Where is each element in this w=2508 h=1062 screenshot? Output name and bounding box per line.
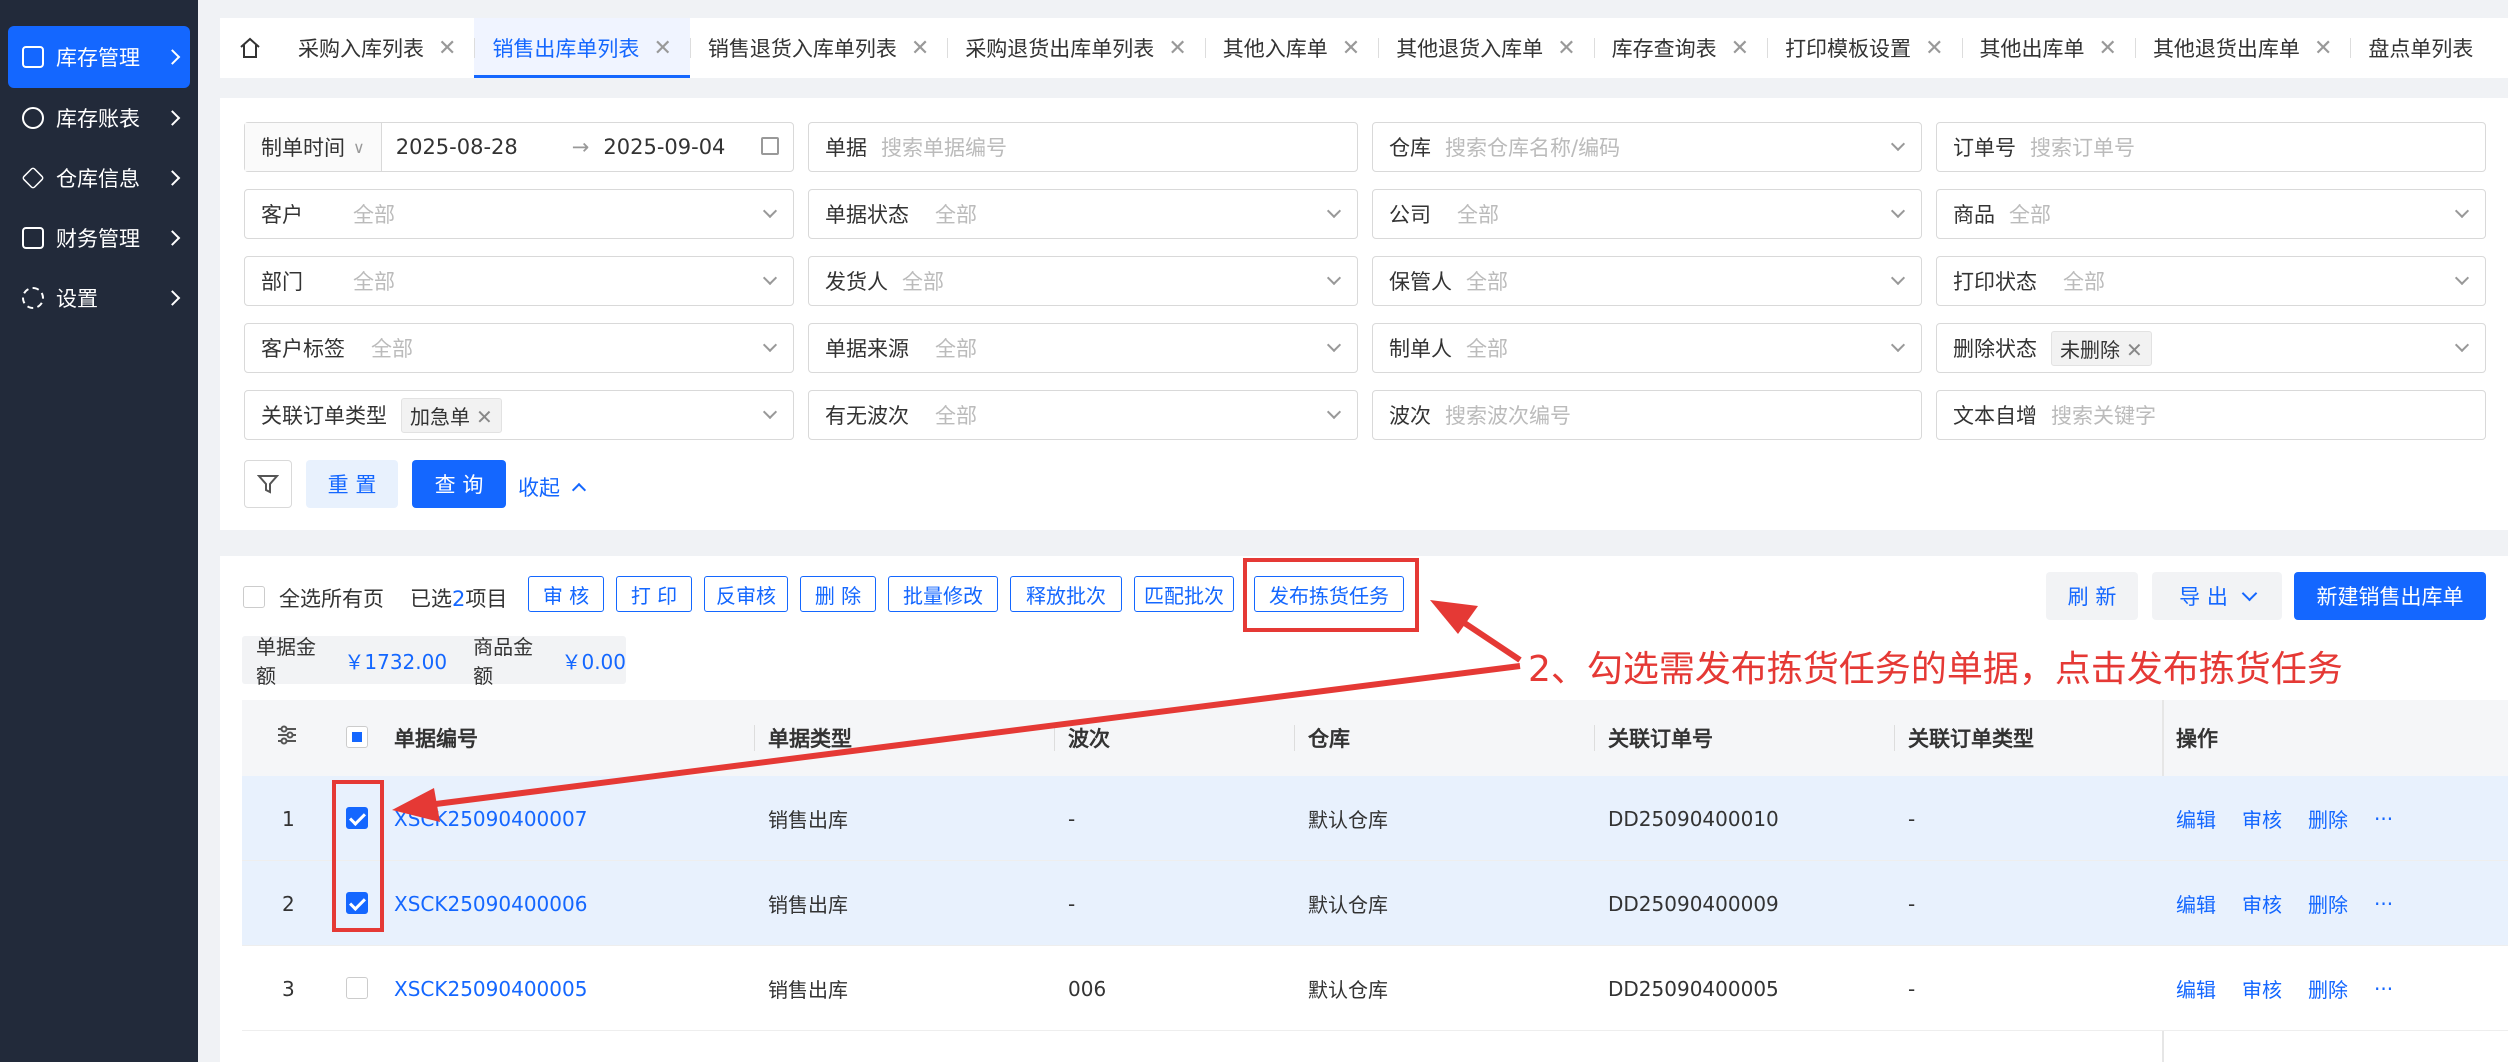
annotation-text: 2、勾选需发布拣货任务的单据，点击发布拣货任务: [1528, 649, 2343, 690]
annotation-arrows: [392, 600, 1522, 822]
